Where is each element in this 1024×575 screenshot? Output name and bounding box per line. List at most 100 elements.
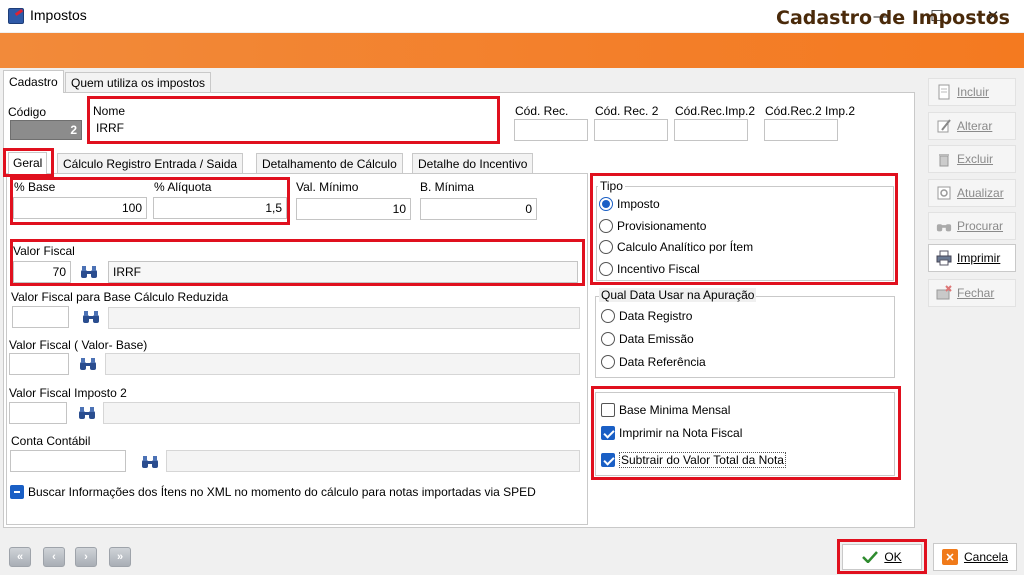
radio-icon (599, 240, 613, 254)
vf-valor-base-code-field[interactable] (9, 353, 69, 375)
radio-selected-icon (599, 197, 613, 211)
buscar-xml-label: Buscar Informações dos Ítens no XML no m… (28, 485, 536, 499)
vf-imposto2-label: Valor Fiscal Imposto 2 (9, 386, 127, 400)
checkbox-checked-icon (601, 426, 615, 440)
tipo-calculo-analitico-radio[interactable]: Calculo Analítico por Ítem (599, 240, 753, 254)
base-minima-mensal-label: Base Minima Mensal (619, 403, 731, 417)
procurar-button[interactable]: Procurar (928, 212, 1016, 240)
nav-prev-button[interactable]: ‹ (43, 547, 65, 567)
conta-contabil-label: Conta Contábil (11, 434, 91, 448)
document-icon (938, 84, 950, 100)
b-minima-field[interactable]: 0 (420, 198, 537, 220)
cod-rec-2-field[interactable] (594, 119, 668, 141)
tipo-provisionamento-radio[interactable]: Provisionamento (599, 219, 706, 233)
checkbox-checked-icon (601, 453, 615, 467)
binoculars-icon[interactable] (79, 357, 97, 371)
edit-icon (937, 119, 951, 133)
checkbox-icon (10, 485, 24, 499)
vf-base-reduzida-label: Valor Fiscal para Base Cálculo Reduzida (11, 290, 229, 304)
binoculars-icon[interactable] (78, 406, 96, 420)
header-bar (0, 33, 1024, 68)
radio-icon (601, 355, 615, 369)
imprimir-nota-label: Imprimir na Nota Fiscal (619, 426, 743, 440)
valor-fiscal-label: Valor Fiscal (13, 244, 75, 258)
vf-valor-base-desc-field[interactable] (105, 353, 580, 375)
data-referencia-radio[interactable]: Data Referência (601, 355, 706, 369)
cod-rec-2-label: Cód. Rec. 2 (595, 104, 659, 118)
val-minimo-label: Val. Mínimo (296, 180, 359, 194)
buscar-xml-checkbox[interactable]: Buscar Informações dos Ítens no XML no m… (10, 485, 536, 499)
tab-geral[interactable]: Geral (8, 152, 48, 174)
tipo-calculo-analitico-label: Calculo Analítico por Ítem (617, 240, 754, 254)
subtrair-valor-label: Subtrair do Valor Total da Nota (619, 452, 786, 468)
valor-fiscal-desc-field[interactable]: IRRF (108, 261, 578, 283)
binoculars-icon[interactable] (141, 455, 159, 469)
tab-calculo-registro[interactable]: Cálculo Registro Entrada / Saida (57, 153, 244, 173)
radio-icon (599, 262, 613, 276)
imprimir-button[interactable]: Imprimir (928, 244, 1016, 272)
checkmark-icon (862, 551, 879, 563)
tab-detalhe-incentivo[interactable]: Detalhe do Incentivo (412, 153, 534, 173)
alterar-label: Alterar (957, 119, 993, 133)
incluir-button[interactable]: Incluir (928, 78, 1016, 106)
conta-contabil-code-field[interactable] (10, 450, 126, 472)
imprimir-label: Imprimir (957, 251, 1001, 265)
subtrair-valor-checkbox[interactable]: Subtrair do Valor Total da Nota (601, 452, 786, 468)
cancela-button[interactable]: ✕ Cancela (933, 543, 1017, 571)
ok-button[interactable]: OK (842, 544, 922, 570)
nav-last-button[interactable]: » (109, 547, 131, 567)
tab-quem-utiliza[interactable]: Quem utiliza os impostos (65, 72, 212, 92)
base-label: % Base (14, 180, 56, 194)
atualizar-label: Atualizar (957, 186, 1004, 200)
excluir-button[interactable]: Excluir (928, 145, 1016, 173)
cod-rec-field[interactable] (514, 119, 588, 141)
binoculars-icon[interactable] (82, 310, 100, 324)
tab-detalhamento-calculo[interactable]: Detalhamento de Cálculo (256, 153, 403, 173)
data-apuracao-title: Qual Data Usar na Apuração (599, 288, 757, 302)
nav-next-button[interactable]: › (75, 547, 97, 567)
cod-rec-imp2-label: Cód.Rec.Imp.2 (675, 104, 756, 118)
incluir-label: Incluir (957, 85, 990, 99)
tipo-provisionamento-label: Provisionamento (617, 219, 707, 233)
valor-fiscal-code-field[interactable]: 70 (13, 261, 71, 283)
tab-cadastro[interactable]: Cadastro (3, 70, 64, 93)
base-minima-mensal-checkbox[interactable]: Base Minima Mensal (601, 403, 730, 417)
atualizar-button[interactable]: Atualizar (928, 179, 1016, 207)
vf-imposto2-code-field[interactable] (9, 402, 67, 424)
codigo-field[interactable]: 2 (10, 120, 82, 140)
vf-valor-base-label: Valor Fiscal ( Valor- Base) (9, 338, 148, 352)
fechar-label: Fechar (957, 286, 995, 300)
imprimir-nota-checkbox[interactable]: Imprimir na Nota Fiscal (601, 426, 742, 440)
data-registro-label: Data Registro (619, 309, 693, 323)
tipo-imposto-label: Imposto (617, 197, 660, 211)
nome-field[interactable]: IRRF (92, 119, 494, 139)
vf-base-reduzida-desc-field[interactable] (108, 307, 580, 329)
checkbox-icon (601, 403, 615, 417)
radio-icon (599, 219, 613, 233)
data-emissao-radio[interactable]: Data Emissão (601, 332, 694, 346)
base-field[interactable]: 100 (13, 197, 147, 219)
cod-rec2-imp2-field[interactable] (764, 119, 838, 141)
binoculars-icon[interactable] (80, 265, 98, 279)
data-registro-radio[interactable]: Data Registro (601, 309, 692, 323)
binoculars-icon (936, 224, 952, 232)
fechar-button[interactable]: Fechar (928, 279, 1016, 307)
refresh-icon (937, 186, 951, 200)
radio-icon (601, 309, 615, 323)
conta-contabil-desc-field[interactable] (166, 450, 580, 472)
excluir-label: Excluir (957, 152, 994, 166)
cod-rec-imp2-field[interactable] (674, 119, 748, 141)
vf-imposto2-desc-field[interactable] (103, 402, 580, 424)
close-folder-icon (936, 285, 952, 300)
alterar-button[interactable]: Alterar (928, 112, 1016, 140)
tipo-imposto-radio[interactable]: Imposto (599, 197, 660, 211)
vf-base-reduzida-code-field[interactable] (12, 306, 69, 328)
cancel-x-icon: ✕ (941, 549, 958, 565)
aliquota-field[interactable]: 1,5 (153, 197, 287, 219)
aliquota-label: % Alíquota (154, 180, 212, 194)
nav-first-button[interactable]: « (9, 547, 31, 567)
tipo-incentivo-fiscal-radio[interactable]: Incentivo Fiscal (599, 262, 700, 276)
ok-label: OK (884, 550, 902, 564)
tipo-incentivo-fiscal-label: Incentivo Fiscal (617, 262, 700, 276)
val-minimo-field[interactable]: 10 (296, 198, 411, 220)
